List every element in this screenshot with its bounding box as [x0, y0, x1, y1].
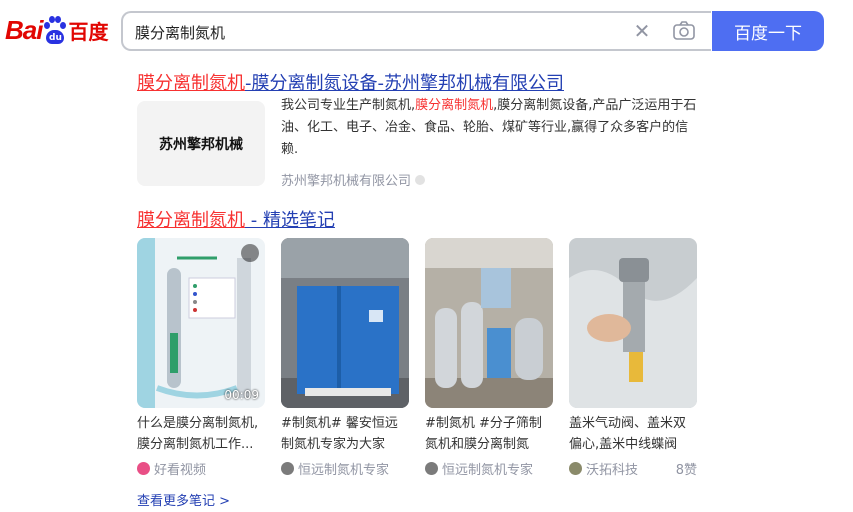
abstract-highlight: 膜分离制氮机: [415, 98, 494, 113]
note-likes: 8赞: [675, 463, 697, 478]
logo-paw-text: du: [46, 30, 65, 44]
notes-title[interactable]: 膜分离制氮机 - 精选笔记: [137, 206, 335, 232]
paw-icon: du: [43, 16, 67, 44]
close-icon[interactable]: ✕: [631, 20, 653, 42]
title-text: - 精选笔记: [245, 210, 335, 231]
baidu-logo[interactable]: Bai du 百度: [5, 12, 108, 48]
note-card[interactable]: #制氮机 #分子筛制氮机和膜分离制氮机... 恒远制氮机专家: [425, 238, 553, 478]
note-caption: #制氮机# 馨安恒远制氮机专家为大家介...: [281, 416, 398, 452]
note-image: [425, 238, 553, 408]
note-image: [281, 238, 409, 408]
note-author: 恒远制氮机专家: [298, 463, 390, 478]
note-image: [569, 238, 697, 408]
note-card[interactable]: #制氮机# 馨安恒远制氮机专家为大家介... 恒远制氮机专家: [281, 238, 409, 478]
verified-icon: [415, 174, 426, 185]
note-card[interactable]: 盖米气动阀、盖米双偏心,盖米中线蝶阀 沃拓科技 8赞: [569, 238, 697, 478]
result-title[interactable]: 膜分离制氮机-膜分离制氮设备-苏州擎邦机械有限公司: [137, 69, 564, 95]
video-duration: 00:09: [224, 388, 259, 402]
result-source[interactable]: 苏州擎邦机械有限公司: [281, 170, 426, 189]
note-card[interactable]: 00:09 什么是膜分离制氮机,膜分离制氮机工作... 好看视频: [137, 238, 265, 478]
logo-text-bai: Bai: [5, 14, 43, 45]
thumbnail-text: 苏州擎邦机械: [159, 136, 243, 153]
note-author: 恒远制氮机专家: [442, 463, 534, 478]
search-input[interactable]: [135, 21, 615, 43]
note-meta: 恒远制氮机专家: [281, 459, 409, 478]
search-button[interactable]: 百度一下: [712, 11, 824, 51]
note-meta: 沃拓科技 8赞: [569, 459, 697, 478]
note-caption: 盖米气动阀、盖米双偏心,盖米中线蝶阀: [569, 416, 687, 452]
more-notes-link[interactable]: 查看更多笔记 >: [137, 490, 230, 509]
note-caption: 什么是膜分离制氮机,膜分离制氮机工作...: [137, 416, 259, 452]
source-label: 苏州擎邦机械有限公司: [281, 174, 412, 189]
title-text: -膜分离制氮设备-苏州擎邦机械有限公司: [245, 73, 564, 94]
result-abstract: 我公司专业生产制氮机,膜分离制氮机,膜分离制氮设备,产品广泛运用于石油、化工、电…: [281, 95, 701, 161]
search-box: ✕: [121, 11, 711, 51]
author-avatar: [281, 462, 294, 475]
note-image: 00:09: [137, 238, 265, 408]
note-author: 好看视频: [154, 463, 207, 478]
title-highlight: 膜分离制氮机: [137, 210, 245, 231]
note-meta: 好看视频: [137, 459, 265, 478]
logo-text-baidu: 百度: [68, 19, 109, 44]
play-icon: [241, 244, 259, 262]
abstract-text: 我公司专业生产制氮机,: [281, 98, 416, 113]
author-avatar: [569, 462, 582, 475]
camera-icon[interactable]: [672, 20, 696, 42]
note-caption: #制氮机 #分子筛制氮机和膜分离制氮机...: [425, 416, 542, 452]
result-thumbnail[interactable]: 苏州擎邦机械: [137, 101, 265, 186]
author-avatar: [425, 462, 438, 475]
author-avatar: [137, 462, 150, 475]
title-highlight: 膜分离制氮机: [137, 73, 245, 94]
note-meta: 恒远制氮机专家: [425, 459, 553, 478]
note-author: 沃拓科技: [586, 463, 639, 478]
